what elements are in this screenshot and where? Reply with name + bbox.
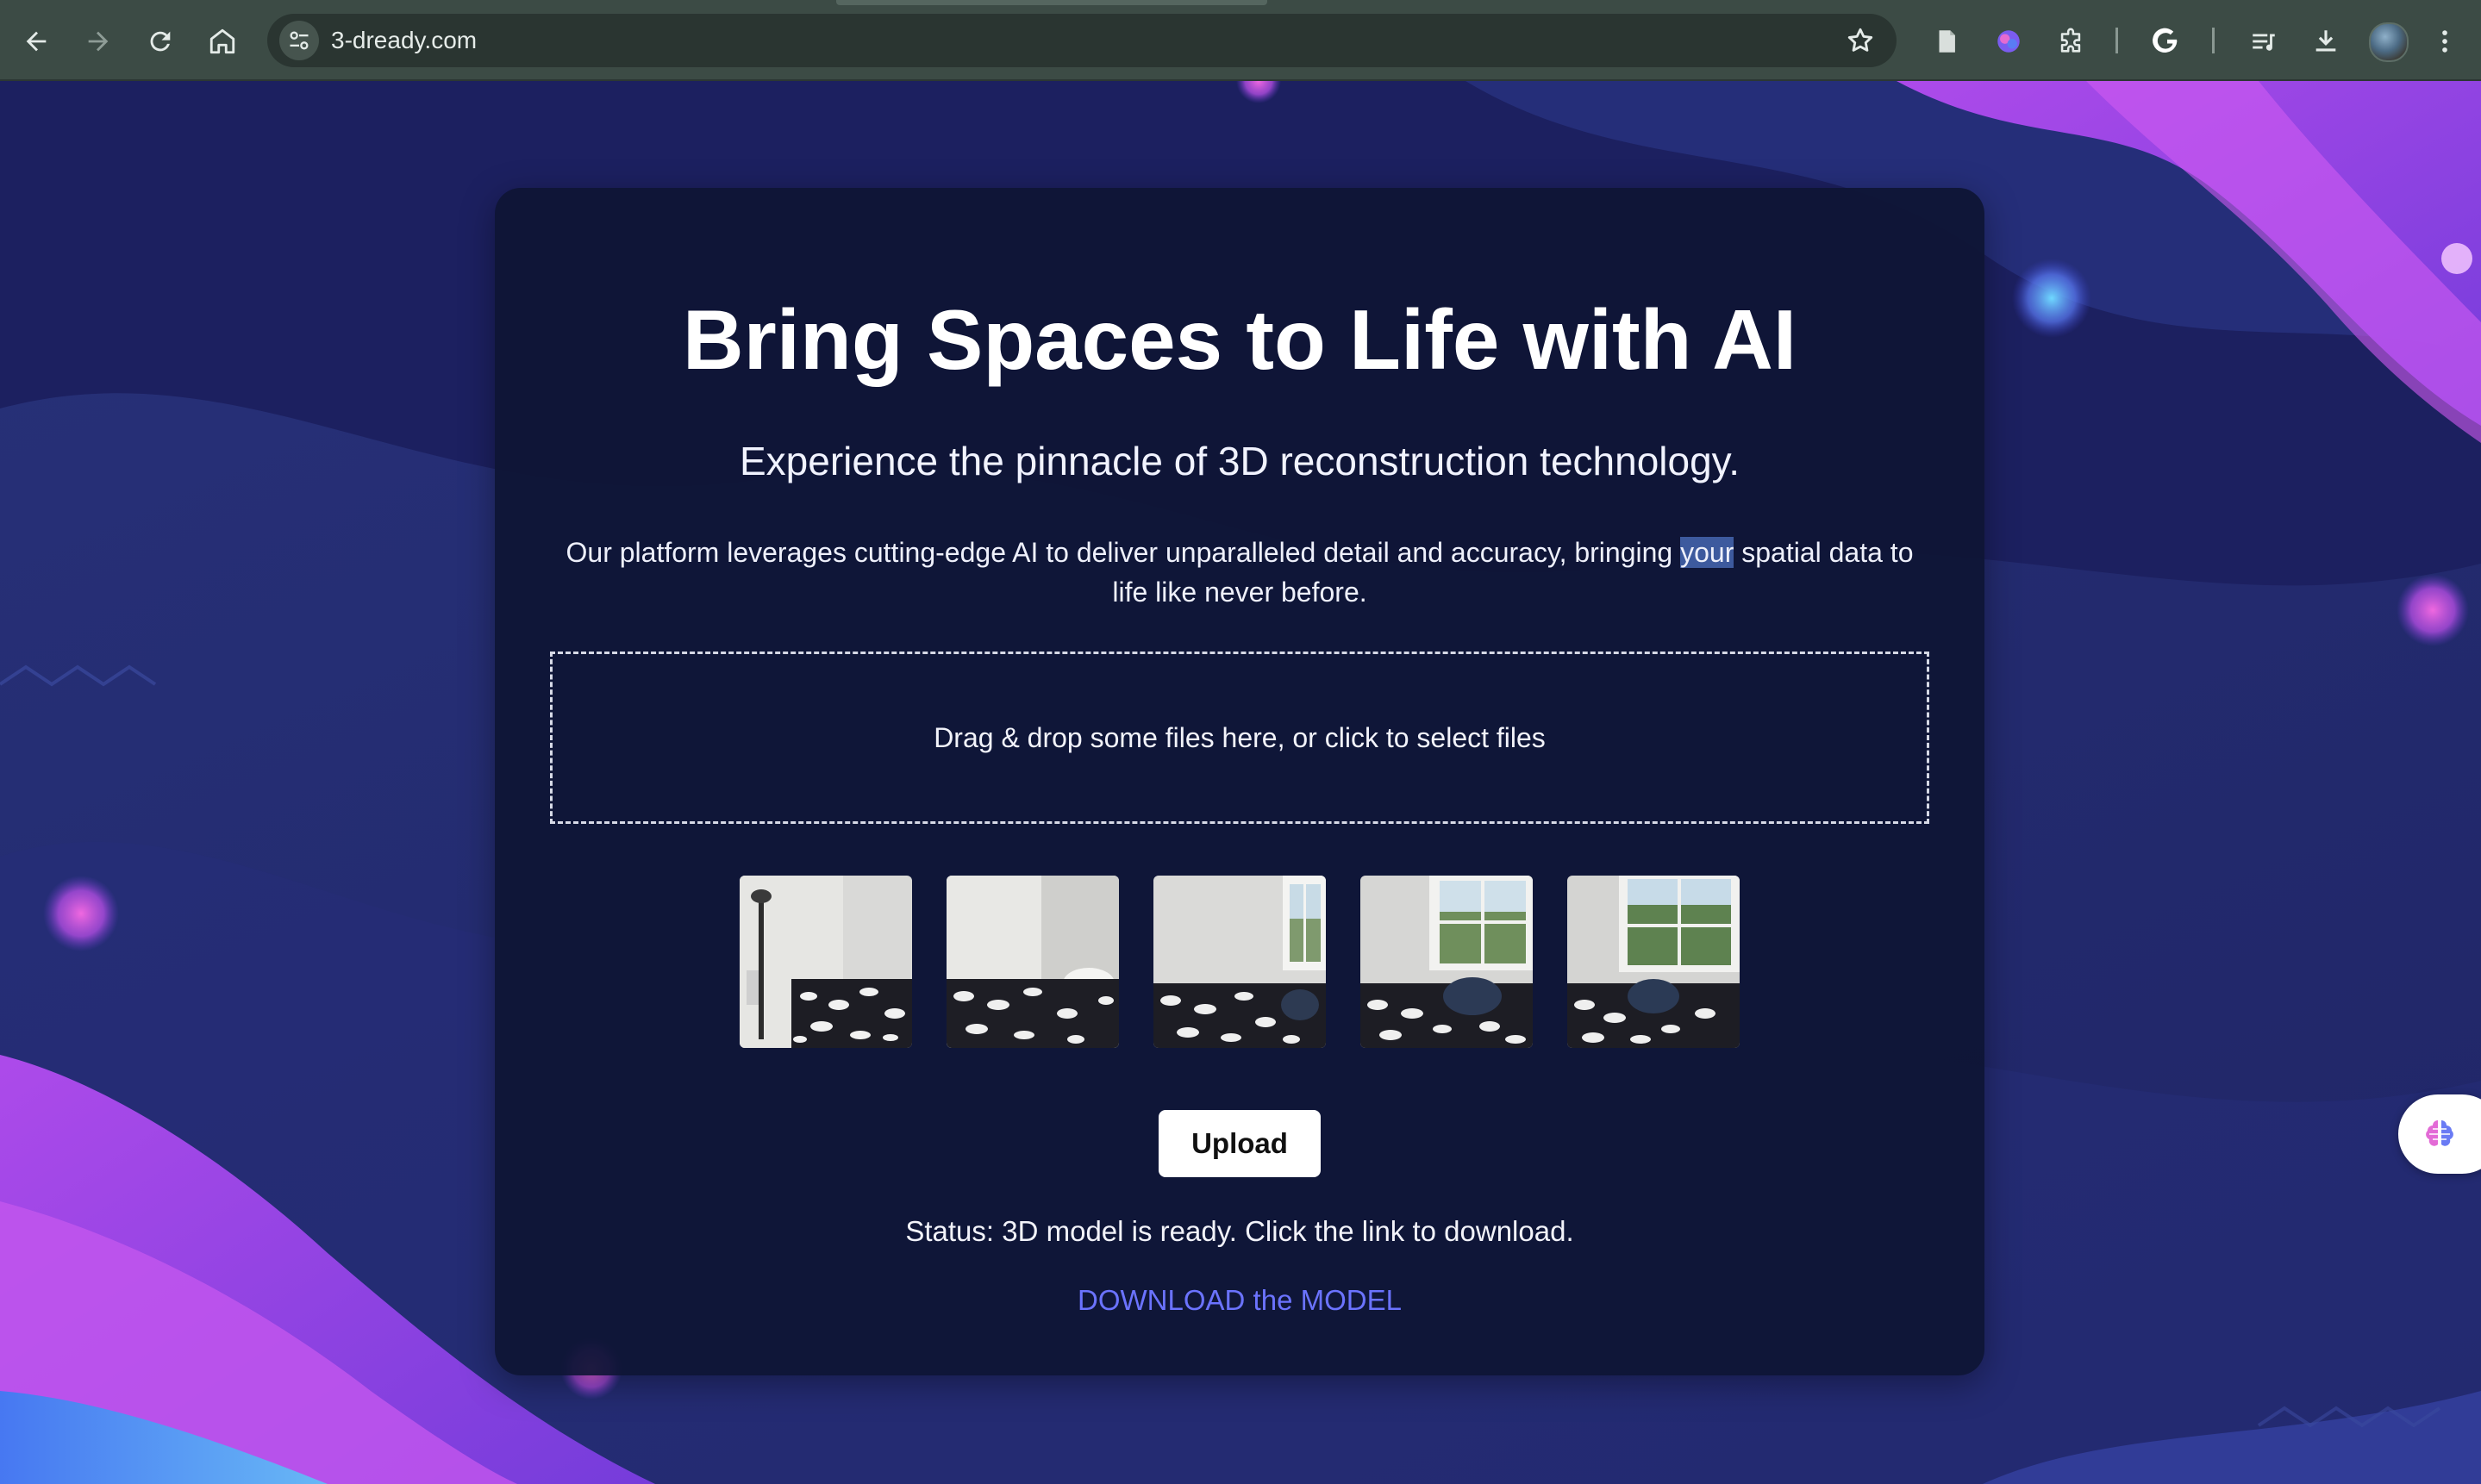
address-bar[interactable]: 3-dready.com [267, 14, 1897, 67]
bedroom-photo-5 [1567, 876, 1740, 1048]
arrow-right-icon [88, 31, 109, 52]
image-thumbnail[interactable] [1360, 876, 1533, 1048]
toolbar-separator [2212, 28, 2215, 53]
site-info-button[interactable] [279, 21, 319, 60]
brain-extension-button[interactable] [1988, 21, 2029, 62]
tab-strip-edge [836, 0, 1267, 5]
browser-menu-button[interactable] [2424, 21, 2465, 62]
google-icon [2153, 28, 2178, 53]
kebab-menu-icon [2442, 30, 2447, 53]
image-thumbnail[interactable] [1153, 876, 1326, 1048]
hero-description: Our platform leverages cutting-edge AI t… [552, 533, 1928, 612]
download-model-link[interactable]: DOWNLOAD the MODEL [495, 1284, 1984, 1317]
download-icon [2315, 30, 2336, 52]
bedroom-photo-1 [740, 876, 912, 1048]
brain-icon [2426, 1120, 2453, 1146]
brain-extension-icon [1997, 30, 2020, 53]
reading-list-icon [2253, 34, 2275, 51]
selected-text-highlight: your [1680, 537, 1734, 568]
star-icon [1847, 28, 1873, 52]
bookmark-star-button[interactable] [1843, 23, 1878, 58]
hero-title-wrap: Bring Spaces to Life with AI [495, 291, 1984, 389]
url-text[interactable]: 3-dready.com [331, 26, 477, 55]
bedroom-photo-4 [1360, 876, 1533, 1048]
image-thumbnail[interactable] [740, 876, 912, 1048]
arrow-left-icon [26, 31, 47, 52]
reload-button[interactable] [138, 19, 183, 64]
description-text-start: Our platform leverages cutting-edge AI t… [566, 537, 1681, 568]
reading-list-button[interactable] [2243, 21, 2284, 62]
floating-assistant-button[interactable] [2398, 1094, 2481, 1174]
document-extension-button[interactable] [1926, 21, 1967, 62]
image-thumbnail[interactable] [947, 876, 1119, 1048]
upload-button[interactable]: Upload [1159, 1110, 1321, 1177]
hero-subtitle: Experience the pinnacle of 3D reconstruc… [739, 439, 1740, 483]
hero-title: Bring Spaces to Life with AI [682, 292, 1797, 387]
google-extension-button[interactable] [2147, 21, 2188, 62]
tune-icon [290, 31, 309, 50]
document-icon [1939, 30, 1955, 53]
profile-avatar[interactable] [2369, 22, 2409, 62]
downloads-button[interactable] [2305, 21, 2347, 62]
status-message: Status: 3D model is ready. Click the lin… [905, 1215, 1574, 1247]
puzzle-icon [2060, 28, 2081, 53]
bedroom-photo-2 [947, 876, 1119, 1048]
extensions-button[interactable] [2050, 21, 2091, 62]
reload-icon [150, 31, 171, 52]
bedroom-photo-3 [1153, 876, 1326, 1048]
file-dropzone[interactable]: Drag & drop some files here, or click to… [550, 652, 1929, 824]
home-button[interactable] [200, 19, 245, 64]
toolbar-separator [2115, 28, 2118, 53]
image-thumbnail[interactable] [1567, 876, 1740, 1048]
browser-toolbar: 3-dready.com [0, 0, 2481, 81]
forward-button[interactable] [76, 19, 121, 64]
back-button[interactable] [14, 19, 59, 64]
home-icon [209, 28, 235, 54]
dropzone-label: Drag & drop some files here, or click to… [934, 721, 1546, 753]
